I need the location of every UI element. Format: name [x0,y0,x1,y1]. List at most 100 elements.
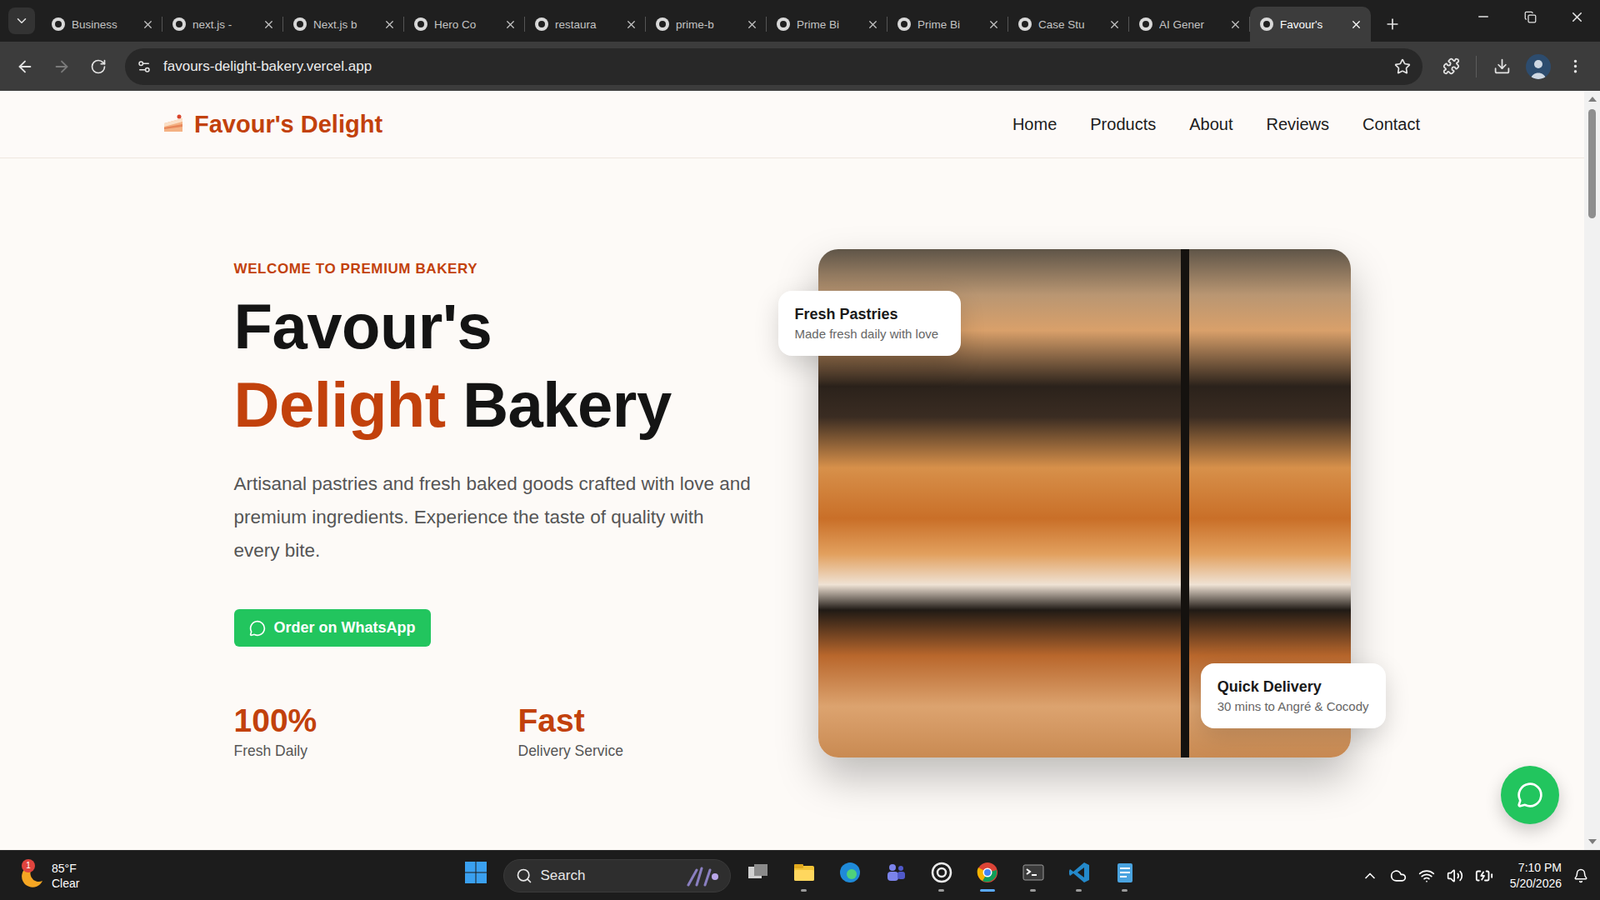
close-icon[interactable] [262,18,275,31]
reload-icon[interactable] [90,58,107,75]
close-window-button[interactable] [1553,0,1600,34]
logo-text[interactable]: Favour's Delight [194,110,383,139]
whatsapp-floating-button[interactable] [1500,765,1560,825]
puzzle-icon[interactable] [1442,57,1460,75]
clock-date[interactable]: 5/20/2026 [1510,875,1562,892]
onedrive-icon[interactable] [1390,867,1407,885]
download-icon[interactable] [1493,57,1511,75]
button-label[interactable]: Order on WhatsApp [274,619,416,637]
close-icon[interactable] [141,18,155,31]
restore-button[interactable] [1506,0,1554,34]
bookmark-star-icon[interactable] [1394,58,1411,75]
close-icon[interactable] [625,18,638,31]
nav-link[interactable]: Reviews [1265,115,1330,135]
taskbar-app[interactable] [785,854,823,898]
task-view-icon[interactable] [745,860,771,885]
battery-icon[interactable] [1475,866,1494,885]
scroll-up-icon[interactable] [1588,96,1597,102]
chat-bubble-icon[interactable] [249,620,266,637]
taskbar-app[interactable] [1015,854,1052,898]
address-bar[interactable]: favours-delight-bakery.vercel.app [125,48,1423,85]
nav-link[interactable]: Contact [1362,115,1420,135]
forward-arrow-icon[interactable] [52,57,71,76]
address-text[interactable]: favours-delight-bakery.vercel.app [163,58,1383,75]
profile-button[interactable] [1521,50,1555,84]
browser-tab[interactable]: Hero Co [404,6,525,42]
search-icon[interactable] [515,867,533,885]
taskbar-app[interactable] [1106,854,1144,898]
close-icon[interactable] [987,18,1000,31]
plus-icon[interactable] [1384,15,1401,33]
browser-tab[interactable]: AI Gener [1129,6,1250,42]
vscode-icon[interactable] [1066,860,1092,885]
restore-icon[interactable] [1524,10,1537,24]
close-window-icon[interactable] [1569,9,1585,25]
file-explorer-icon[interactable] [791,860,817,885]
taskbar-search[interactable]: Search [503,859,731,893]
teams-icon[interactable] [883,860,909,885]
terminal-icon[interactable] [1020,860,1046,885]
search-placeholder[interactable]: Search [540,867,674,885]
close-icon[interactable] [866,18,880,31]
notification-bell-icon[interactable] [1573,868,1589,884]
browser-tab[interactable]: prime-b [645,6,767,42]
taskbar-app[interactable] [740,854,777,898]
browser-tab[interactable]: next.js - [162,6,284,42]
start-button[interactable] [457,854,495,898]
close-icon[interactable] [1108,18,1121,31]
taskbar-app[interactable] [831,854,869,898]
taskbar-app[interactable] [923,854,960,898]
taskbar-app[interactable] [969,854,1006,898]
nav-link[interactable]: About [1189,115,1233,135]
nav-link[interactable]: Home [1012,115,1057,135]
forward-button[interactable] [45,50,79,84]
edge-icon[interactable] [837,860,863,885]
close-icon[interactable] [1229,18,1242,31]
close-icon[interactable] [1350,18,1363,31]
minimize-icon[interactable] [1475,9,1491,25]
menu-dots-icon[interactable] [1566,57,1585,75]
close-icon[interactable] [383,18,396,31]
page-scrollbar[interactable] [1584,90,1600,850]
close-icon[interactable] [745,18,759,31]
scroll-down-icon[interactable] [1588,839,1597,845]
clock-time[interactable]: 7:10 PM [1518,860,1562,876]
chatgpt-icon[interactable] [929,860,955,885]
chevron-down-icon[interactable] [14,13,30,29]
downloads-button[interactable] [1485,50,1519,84]
whatsapp-order-button[interactable]: Order on WhatsApp [234,609,431,647]
reload-button[interactable] [81,50,115,84]
menu-button[interactable] [1558,50,1592,84]
wifi-icon[interactable] [1418,867,1435,885]
close-icon[interactable] [504,18,517,31]
avatar-icon[interactable] [1525,54,1551,80]
tab-search-button[interactable] [8,7,35,35]
browser-tab[interactable]: Next.js b [283,6,405,42]
weather-widget[interactable]: 185°FClear [0,860,458,891]
volume-icon[interactable] [1446,867,1464,885]
chrome-icon[interactable] [975,860,1000,885]
browser-tab[interactable]: Case Stu [1008,6,1130,42]
minimize-button[interactable] [1460,0,1507,34]
back-button[interactable] [8,50,42,84]
taskbar-app[interactable] [1060,854,1098,898]
whatsapp-icon[interactable] [1516,781,1544,809]
browser-tab[interactable]: Business [41,6,163,42]
weather-icon-box[interactable]: 1 [18,862,45,890]
nav-link[interactable]: Products [1090,115,1156,135]
browser-tab[interactable]: Prime Bi [887,6,1009,42]
browser-tab[interactable]: Favour's [1250,6,1371,42]
browser-tab[interactable]: Prime Bi [766,6,888,42]
windows-logo-icon[interactable] [463,860,489,885]
clock[interactable]: 7:10 PM5/20/2026 [1510,860,1562,892]
site-info-icon[interactable] [136,59,152,75]
site-logo[interactable]: Favour's Delight [160,110,383,139]
notepad-icon[interactable] [1112,860,1138,885]
scroll-track[interactable] [1584,104,1600,837]
new-tab-button[interactable] [1379,10,1406,38]
scroll-thumb[interactable] [1588,109,1596,219]
browser-tab[interactable]: restaura [525,6,646,42]
extensions-button[interactable] [1434,50,1468,84]
chevron-up-icon[interactable] [1361,867,1379,885]
back-arrow-icon[interactable] [15,57,35,76]
